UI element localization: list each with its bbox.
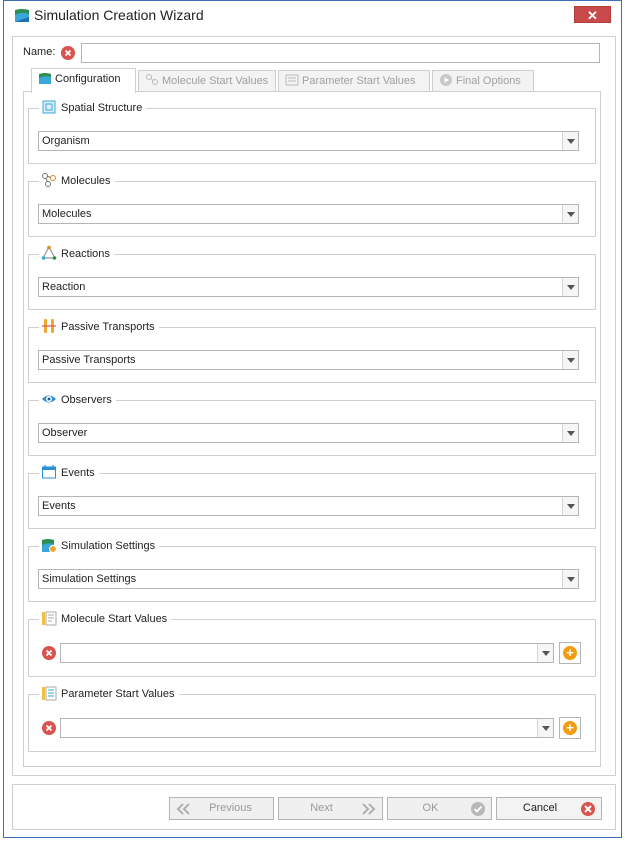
spatial-structure-group: Spatial Structure Organism	[28, 99, 596, 164]
simulation-settings-icon	[42, 539, 57, 553]
spatial-structure-select[interactable]: Organism	[38, 131, 579, 151]
molecules-select[interactable]: Molecules	[38, 204, 579, 224]
previous-label: Previous	[209, 802, 252, 814]
chevron-down-icon[interactable]	[562, 132, 578, 150]
group-title: Parameter Start Values	[39, 685, 179, 703]
tab-final-options[interactable]: Final Options	[432, 70, 534, 92]
next-label: Next	[310, 802, 333, 814]
ok-button[interactable]: OK	[387, 797, 492, 820]
reactions-select[interactable]: Reaction	[38, 277, 579, 297]
reactions-group: Reactions Reaction	[28, 245, 596, 310]
group-title: Molecule Start Values	[39, 610, 172, 628]
passive-transports-select[interactable]: Passive Transports	[38, 350, 579, 370]
calendar-icon	[42, 465, 56, 479]
tab-configuration[interactable]: Configuration	[31, 68, 136, 93]
spatial-structure-icon	[42, 100, 56, 114]
previous-button[interactable]: Previous	[169, 797, 274, 820]
simulation-settings-group: Simulation Settings Simulation Settings	[28, 537, 596, 602]
observers-select[interactable]: Observer	[38, 423, 579, 443]
events-group: Events Events	[28, 464, 596, 529]
final-options-icon	[440, 74, 452, 86]
selected-value: Passive Transports	[42, 354, 136, 366]
molecule-start-values-group: Molecule Start Values +	[28, 610, 596, 677]
parameter-start-values-error-icon	[42, 721, 56, 735]
title-bar: Simulation Creation Wizard ✕	[4, 1, 621, 29]
close-window-button[interactable]: ✕	[574, 6, 611, 23]
cancel-label: Cancel	[522, 802, 558, 814]
chevron-down-icon[interactable]	[537, 644, 553, 662]
selected-value: Simulation Settings	[42, 573, 137, 585]
molecule-start-values-error-icon	[42, 646, 56, 660]
tab-molecule-start-values[interactable]: Molecule Start Values	[138, 70, 276, 92]
tab-parameter-start-values[interactable]: Parameter Start Values	[278, 70, 430, 92]
group-title: Reactions	[39, 245, 114, 263]
chevron-down-icon[interactable]	[562, 497, 578, 515]
molecules-group: Molecules Molecules	[28, 172, 596, 237]
tab-label: Configuration	[55, 73, 121, 85]
tab-label: Parameter Start Values	[302, 75, 416, 87]
tab-label: Molecule Start Values	[162, 75, 269, 87]
name-label: Name:	[23, 46, 56, 58]
configuration-icon	[39, 73, 51, 84]
ok-label: OK	[422, 802, 439, 814]
group-title: Events	[39, 464, 99, 482]
wizard-footer: Previous Next OK Cancel	[12, 784, 616, 830]
passive-transports-group: Passive Transports Passive Transports	[28, 318, 596, 383]
selected-value: Reaction	[42, 281, 86, 293]
name-row: Name:	[23, 43, 607, 63]
molecule-start-values-icon	[42, 611, 57, 626]
chevron-down-icon[interactable]	[537, 719, 553, 737]
wizard-panel: Name: Configuration Molecule Start Value	[12, 36, 616, 776]
double-chevron-left-icon	[176, 803, 190, 815]
events-select[interactable]: Events	[38, 496, 579, 516]
molecule-start-values-select[interactable]	[60, 643, 554, 663]
chevron-down-icon[interactable]	[562, 351, 578, 369]
configuration-page: Spatial Structure Organism Molecules Mol…	[23, 91, 601, 767]
reactions-icon	[41, 245, 57, 260]
double-chevron-right-icon	[362, 803, 376, 815]
wizard-window: Simulation Creation Wizard ✕ Name: Confi…	[3, 0, 622, 838]
tab-label: Final Options	[456, 75, 521, 87]
observers-group: Observers Observer	[28, 391, 596, 456]
chevron-down-icon[interactable]	[562, 570, 578, 588]
parameter-start-values-group: Parameter Start Values +	[28, 685, 596, 752]
molecule-start-values-icon	[146, 74, 158, 85]
add-icon: +	[563, 646, 577, 660]
add-molecule-start-values-button[interactable]: +	[559, 642, 581, 664]
group-title: Spatial Structure	[39, 99, 147, 117]
selected-value: Organism	[42, 135, 90, 147]
group-title: Passive Transports	[39, 318, 159, 336]
chevron-down-icon[interactable]	[562, 424, 578, 442]
parameter-start-values-icon	[285, 74, 299, 86]
molecules-icon	[42, 173, 56, 187]
parameter-start-values-icon	[42, 686, 57, 701]
name-error-icon	[61, 46, 75, 60]
group-title: Simulation Settings	[39, 537, 160, 555]
chevron-down-icon[interactable]	[562, 205, 578, 223]
selected-value: Molecules	[42, 208, 92, 220]
chevron-down-icon[interactable]	[562, 278, 578, 296]
next-button[interactable]: Next	[278, 797, 383, 820]
eye-icon	[42, 395, 56, 403]
checkmark-icon	[471, 802, 485, 816]
app-icon	[15, 9, 29, 22]
selected-value: Events	[42, 500, 76, 512]
group-title: Molecules	[39, 172, 115, 190]
simulation-settings-select[interactable]: Simulation Settings	[38, 569, 579, 589]
cancel-button[interactable]: Cancel	[496, 797, 602, 820]
add-icon: +	[563, 721, 577, 735]
cancel-icon	[581, 802, 595, 816]
passive-transports-icon	[42, 319, 56, 333]
add-parameter-start-values-button[interactable]: +	[559, 717, 581, 739]
group-title: Observers	[39, 391, 116, 409]
parameter-start-values-select[interactable]	[60, 718, 554, 738]
close-icon: ✕	[587, 8, 598, 23]
name-input[interactable]	[81, 43, 600, 63]
window-title: Simulation Creation Wizard	[34, 7, 204, 23]
selected-value: Observer	[42, 427, 88, 439]
